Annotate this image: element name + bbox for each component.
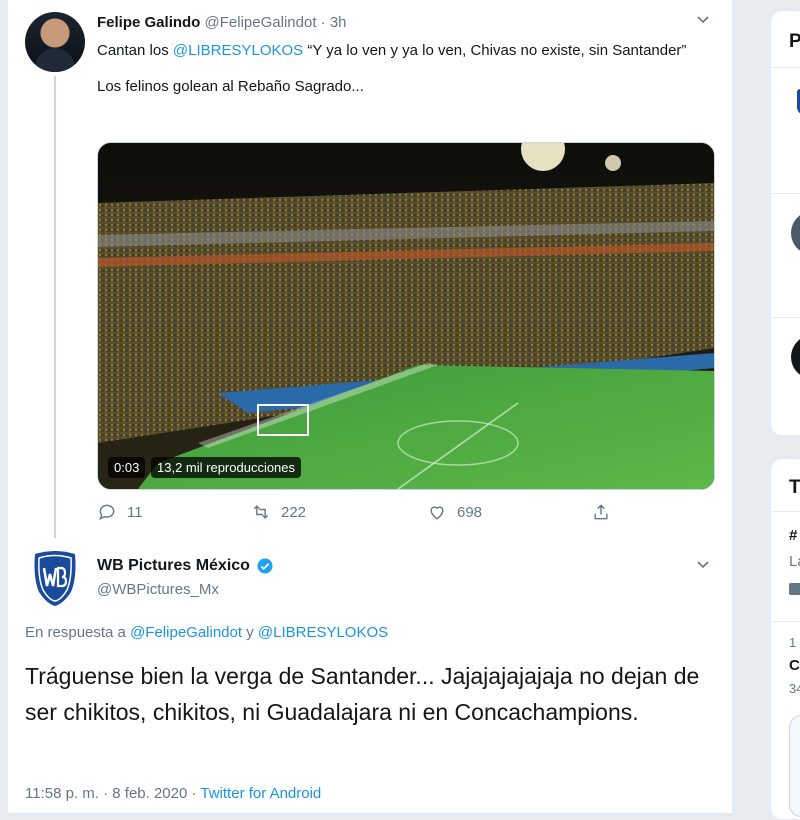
avatar[interactable] bbox=[791, 211, 800, 255]
tweet-text: Tráguense bien la verga de Santander... … bbox=[25, 663, 700, 725]
like-icon bbox=[430, 506, 444, 520]
reply-count: 11 bbox=[127, 503, 143, 521]
avatar[interactable] bbox=[791, 335, 800, 379]
tweet-text-prefix: Cantan los bbox=[97, 42, 173, 59]
meta-separator: · bbox=[187, 785, 201, 802]
divider bbox=[771, 511, 800, 512]
tweet-source[interactable]: Twitter for Android bbox=[200, 785, 321, 802]
tweet-timestamp[interactable]: 11:58 p. m. · 8 feb. 2020 bbox=[25, 785, 187, 802]
share-button[interactable] bbox=[591, 502, 611, 522]
divider bbox=[771, 67, 800, 68]
video-timestamp: 0:03 bbox=[108, 457, 146, 478]
author-handle[interactable]: @WBPictures_Mx bbox=[97, 581, 219, 598]
reply-button[interactable]: 11 bbox=[97, 502, 143, 522]
tweet-text-quote: “Y ya lo ven y ya lo ven, Chivas no exis… bbox=[303, 42, 687, 59]
timeline: Felipe Galindo @FelipeGalindot · 3h Cant… bbox=[8, 0, 733, 813]
tweet-meta: 11:58 p. m. · 8 feb. 2020 · Twitter for … bbox=[25, 785, 321, 802]
avatar[interactable] bbox=[25, 12, 85, 72]
trend-name[interactable]: C bbox=[789, 657, 800, 674]
tweet-header: Felipe Galindo @FelipeGalindot · 3h bbox=[97, 14, 347, 31]
trends-title: T bbox=[789, 477, 800, 498]
wb-logo-avatar[interactable] bbox=[31, 548, 79, 608]
thread-line bbox=[54, 76, 56, 538]
author-name[interactable]: Felipe Galindo bbox=[97, 14, 200, 31]
author-name-text: WB Pictures México bbox=[97, 557, 250, 574]
trend-media-thumbnail[interactable] bbox=[789, 715, 800, 817]
reply-icon bbox=[99, 504, 115, 521]
tweet-text: Cantan los @LIBRESYLOKOS “Y ya lo ven y … bbox=[97, 40, 697, 112]
author-name[interactable]: WB Pictures México bbox=[97, 557, 274, 575]
reply-prefix: En respuesta a bbox=[25, 624, 131, 641]
reply-context: En respuesta a @FelipeGalindot y @LIBRES… bbox=[25, 624, 388, 641]
mention-link[interactable]: @FelipeGalindot bbox=[130, 624, 242, 641]
video-player[interactable]: 0:03 13,2 mil reproducciones bbox=[97, 142, 715, 490]
trend-icon bbox=[789, 583, 800, 595]
video-view-count: 13,2 mil reproducciones bbox=[151, 457, 302, 478]
sidebar-card: P bbox=[770, 10, 800, 436]
divider bbox=[771, 193, 800, 194]
tweet-text-line2: Los felinos golean al Rebaño Sagrado... bbox=[97, 78, 364, 95]
share-icon bbox=[594, 504, 608, 520]
author-handle[interactable]: @FelipeGalindot bbox=[205, 14, 317, 31]
trend-context: La bbox=[789, 553, 800, 570]
tweet-time[interactable]: 3h bbox=[330, 14, 347, 31]
chevron-down-icon[interactable] bbox=[696, 557, 710, 574]
sidebar-card-title: P bbox=[789, 31, 800, 52]
stadium-video-frame bbox=[98, 143, 714, 489]
retweet-button[interactable]: 222 bbox=[251, 502, 306, 522]
like-count: 698 bbox=[457, 503, 483, 521]
like-button[interactable]: 698 bbox=[427, 502, 482, 522]
trends-card: T # La 1 C 34 bbox=[770, 458, 800, 820]
separator: · bbox=[320, 14, 326, 31]
divider bbox=[771, 317, 800, 318]
retweet-icon bbox=[253, 505, 269, 519]
mention-link[interactable]: @LIBRESYLOKOS bbox=[258, 624, 388, 641]
retweet-count: 222 bbox=[281, 503, 307, 521]
tweet-actions: 11 222 698 bbox=[97, 502, 617, 526]
divider bbox=[771, 621, 800, 622]
mention-link[interactable]: @LIBRESYLOKOS bbox=[173, 42, 303, 59]
trend-count: 34 bbox=[789, 681, 800, 696]
verified-icon bbox=[257, 558, 273, 574]
trend-hashtag[interactable]: # bbox=[789, 527, 797, 544]
reply-joiner: y bbox=[242, 624, 258, 641]
trend-rank: 1 bbox=[789, 635, 797, 650]
chevron-down-icon[interactable] bbox=[696, 12, 710, 29]
